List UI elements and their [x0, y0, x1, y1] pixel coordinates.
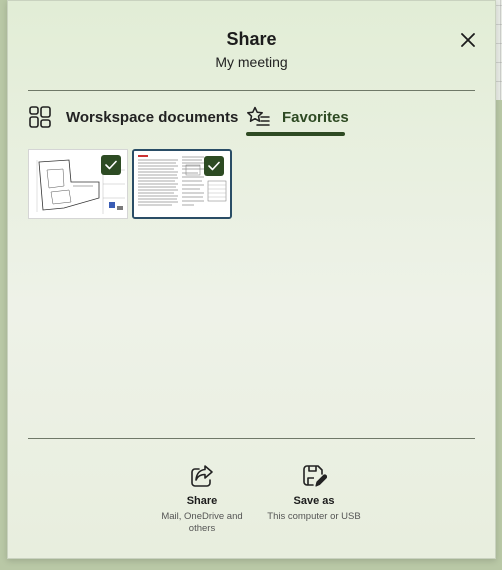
- share-label: Share: [186, 495, 218, 507]
- share-dialog: Share My meeting Worskspace documents Fa…: [7, 0, 496, 559]
- dialog-header: Share My meeting: [8, 1, 495, 91]
- share-button[interactable]: Share Mail, OneDrive and others: [152, 463, 252, 535]
- checkmark-icon: [208, 161, 220, 171]
- share-description: Mail, OneDrive and others: [161, 511, 243, 534]
- document-thumbnail[interactable]: [28, 149, 128, 219]
- close-button[interactable]: [457, 29, 479, 51]
- selected-checkbox[interactable]: [101, 155, 121, 175]
- tab-bar: Worskspace documents Favorites: [28, 99, 478, 139]
- selected-tab-indicator: [246, 132, 345, 136]
- dialog-title: Share: [226, 29, 277, 49]
- tab-workspace-documents[interactable]: Worskspace documents: [28, 99, 238, 135]
- tab-favorites[interactable]: Favorites: [246, 99, 349, 135]
- save-as-button[interactable]: Save as This computer or USB: [264, 463, 364, 523]
- save-edit-icon: [303, 465, 327, 487]
- close-icon: [461, 33, 475, 47]
- footer-divider: [28, 438, 475, 439]
- tab-label-workspace: Worskspace documents: [66, 108, 239, 126]
- selected-checkbox[interactable]: [204, 156, 224, 176]
- tab-label-favorites: Favorites: [282, 108, 349, 126]
- document-thumbnail[interactable]: [132, 149, 232, 219]
- save-as-description: This computer or USB: [267, 511, 361, 522]
- save-as-label: Save as: [293, 495, 335, 507]
- share-actions: Share Mail, OneDrive and others Save as …: [8, 463, 495, 543]
- header-divider: [28, 90, 475, 91]
- star-list-icon: [247, 106, 270, 126]
- grid-layout-icon: [29, 106, 51, 128]
- share-icon: [191, 465, 213, 487]
- checkmark-icon: [105, 160, 117, 170]
- dialog-subtitle: My meeting: [215, 54, 288, 70]
